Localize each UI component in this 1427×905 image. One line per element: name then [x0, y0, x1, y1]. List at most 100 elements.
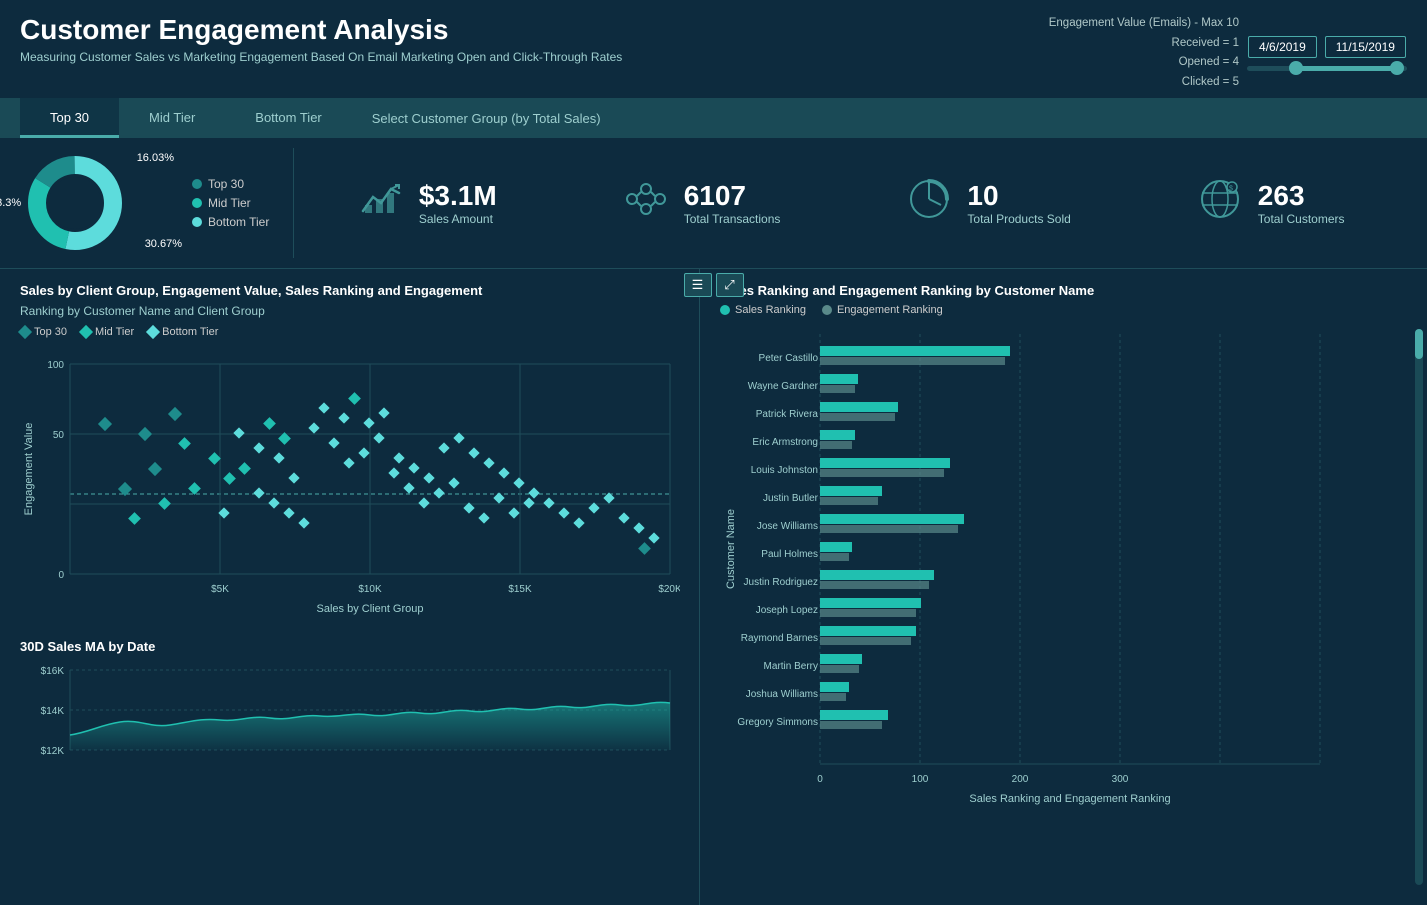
kpi-products: 10 Total Products Sold [885, 175, 1090, 232]
slider-thumb-left[interactable] [1289, 61, 1303, 75]
line-svg: $16K $14K $12K [20, 660, 680, 790]
scatter-legend-midtier: Mid Tier [81, 326, 134, 338]
page-subtitle: Measuring Customer Sales vs Marketing En… [20, 50, 622, 64]
received-label: Received = 1 [1049, 34, 1239, 54]
transactions-icon [622, 175, 670, 232]
svg-text:0: 0 [58, 570, 64, 581]
legend-label-top30: Top 30 [208, 177, 244, 191]
svg-text:$14K: $14K [41, 706, 65, 717]
left-charts: Sales by Client Group, Engagement Value,… [0, 269, 700, 905]
kpi-products-text: 10 Total Products Sold [967, 180, 1070, 226]
tab-midtier[interactable]: Mid Tier [119, 98, 225, 138]
tab-bottomtier[interactable]: Bottom Tier [225, 98, 351, 138]
date-range: Engagement Value (Emails) - Max 10 Recei… [1049, 14, 1407, 92]
tab-select[interactable]: Select Customer Group (by Total Sales) [372, 111, 601, 126]
bar-legend-engage: Engagement Ranking [822, 304, 943, 316]
toolbar-table-btn[interactable]: ☰ [684, 273, 712, 297]
svg-text:Martin Berry: Martin Berry [764, 661, 818, 672]
scatter-legend-top30: Top 30 [20, 326, 67, 338]
slider-row [1247, 66, 1407, 71]
svg-text:200: 200 [1012, 774, 1029, 785]
kpi-transactions: 6107 Total Transactions [602, 175, 801, 232]
scatter-legend-bottomtier: Bottom Tier [148, 326, 218, 338]
kpi-sales-amount: $3.1M Sales Amount [337, 175, 517, 232]
scatter-section: Sales by Client Group, Engagement Value,… [20, 283, 683, 629]
svg-text:300: 300 [1112, 774, 1129, 785]
legend-label-midtier: Mid Tier [208, 196, 251, 210]
legend-dot-top30 [192, 179, 202, 189]
svg-text:100: 100 [912, 774, 929, 785]
customers-icon: $ [1196, 175, 1244, 232]
header-right: Engagement Value (Emails) - Max 10 Recei… [1049, 14, 1407, 92]
products-icon [905, 175, 953, 232]
kpi-sales-label: Sales Amount [419, 212, 497, 226]
bar-dot-engage [822, 305, 832, 315]
tab-top30[interactable]: Top 30 [20, 98, 119, 138]
svg-text:Justin Rodriguez: Justin Rodriguez [744, 577, 818, 588]
opened-label: Opened = 4 [1049, 53, 1239, 73]
kpi-customers-label: Total Customers [1258, 212, 1345, 226]
scatter-subtitle: Ranking by Customer Name and Client Grou… [20, 304, 683, 318]
legend-bottomtier: Bottom Tier [192, 215, 269, 229]
right-charts: Sales Ranking and Engagement Ranking by … [700, 269, 1427, 905]
clicked-label: Clicked = 5 [1049, 73, 1239, 93]
svg-text:Sales Ranking and Engagement R: Sales Ranking and Engagement Ranking [969, 793, 1170, 805]
engagement-info: Engagement Value (Emails) - Max 10 Recei… [1049, 14, 1239, 92]
toolbar-chart-btn[interactable]: ⤢ [716, 273, 744, 297]
page-title: Customer Engagement Analysis [20, 14, 622, 46]
donut-label-left: 53.3% [0, 197, 21, 209]
donut-label-bottom: 30.67% [145, 238, 182, 250]
kpi-sales-text: $3.1M Sales Amount [419, 180, 497, 226]
date-end[interactable]: 11/15/2019 [1325, 36, 1406, 58]
bar-legend-sales: Sales Ranking [720, 304, 806, 316]
svg-text:$12K: $12K [41, 746, 65, 757]
donut-section: 53.3% 16.03% 30.67% Top 30 Mid Tier Bott… [20, 148, 294, 258]
svg-text:Jose Williams: Jose Williams [757, 521, 818, 532]
legend-label-bottomtier: Bottom Tier [208, 215, 269, 229]
header: Customer Engagement Analysis Measuring C… [0, 0, 1427, 98]
kpi-transactions-value: 6107 [684, 180, 781, 212]
donut-chart: 53.3% 16.03% 30.67% [20, 148, 130, 258]
scatter-diamond-top30 [18, 325, 32, 339]
svg-text:$20K: $20K [658, 584, 680, 595]
charts-area: Sales by Client Group, Engagement Value,… [0, 269, 1427, 905]
bar-svg: 0 100 200 300 Sales Ranking and Engageme… [720, 324, 1400, 824]
slider-thumb-right[interactable] [1390, 61, 1404, 75]
header-left: Customer Engagement Analysis Measuring C… [20, 14, 622, 64]
chart-toolbar: ☰ ⤢ [684, 273, 744, 297]
kpi-customers-text: 263 Total Customers [1258, 180, 1345, 226]
svg-text:Sales by Client Group: Sales by Client Group [317, 603, 424, 615]
bar-title: Sales Ranking and Engagement Ranking by … [720, 283, 1411, 298]
svg-text:Engagement Value: Engagement Value [23, 423, 35, 516]
svg-text:Patrick Rivera: Patrick Rivera [756, 409, 819, 420]
svg-text:Peter Castillo: Peter Castillo [759, 353, 819, 364]
scrollbar-track[interactable] [1415, 329, 1423, 885]
svg-text:Justin Butler: Justin Butler [763, 493, 819, 504]
scrollbar-thumb[interactable] [1415, 329, 1423, 359]
svg-text:Raymond Barnes: Raymond Barnes [741, 633, 818, 644]
svg-text:$15K: $15K [508, 584, 532, 595]
legend-dot-bottomtier [192, 217, 202, 227]
bar-dot-sales [720, 305, 730, 315]
scatter-legend: Top 30 Mid Tier Bottom Tier [20, 326, 683, 338]
slider-fill [1292, 66, 1401, 71]
donut-legend: Top 30 Mid Tier Bottom Tier [192, 177, 269, 229]
kpi-sales-value: $3.1M [419, 180, 497, 212]
svg-text:Joshua Williams: Joshua Williams [746, 689, 818, 700]
line-title: 30D Sales MA by Date [20, 639, 683, 654]
svg-text:50: 50 [53, 430, 65, 441]
kpi-row: 53.3% 16.03% 30.67% Top 30 Mid Tier Bott… [0, 138, 1427, 269]
date-start[interactable]: 4/6/2019 [1248, 36, 1317, 58]
engagement-label: Engagement Value (Emails) - Max 10 [1049, 14, 1239, 34]
kpi-customers-value: 263 [1258, 180, 1345, 212]
slider-track[interactable] [1247, 66, 1407, 71]
svg-text:$5K: $5K [211, 584, 229, 595]
svg-text:Wayne Gardner: Wayne Gardner [748, 381, 819, 392]
kpi-products-label: Total Products Sold [967, 212, 1070, 226]
kpi-transactions-label: Total Transactions [684, 212, 781, 226]
svg-text:Louis Johnston: Louis Johnston [751, 465, 818, 476]
kpi-cards: $3.1M Sales Amount 6107 Tot [294, 175, 1407, 232]
donut-label-top: 16.03% [137, 152, 174, 164]
sales-icon [357, 175, 405, 232]
legend-dot-midtier [192, 198, 202, 208]
